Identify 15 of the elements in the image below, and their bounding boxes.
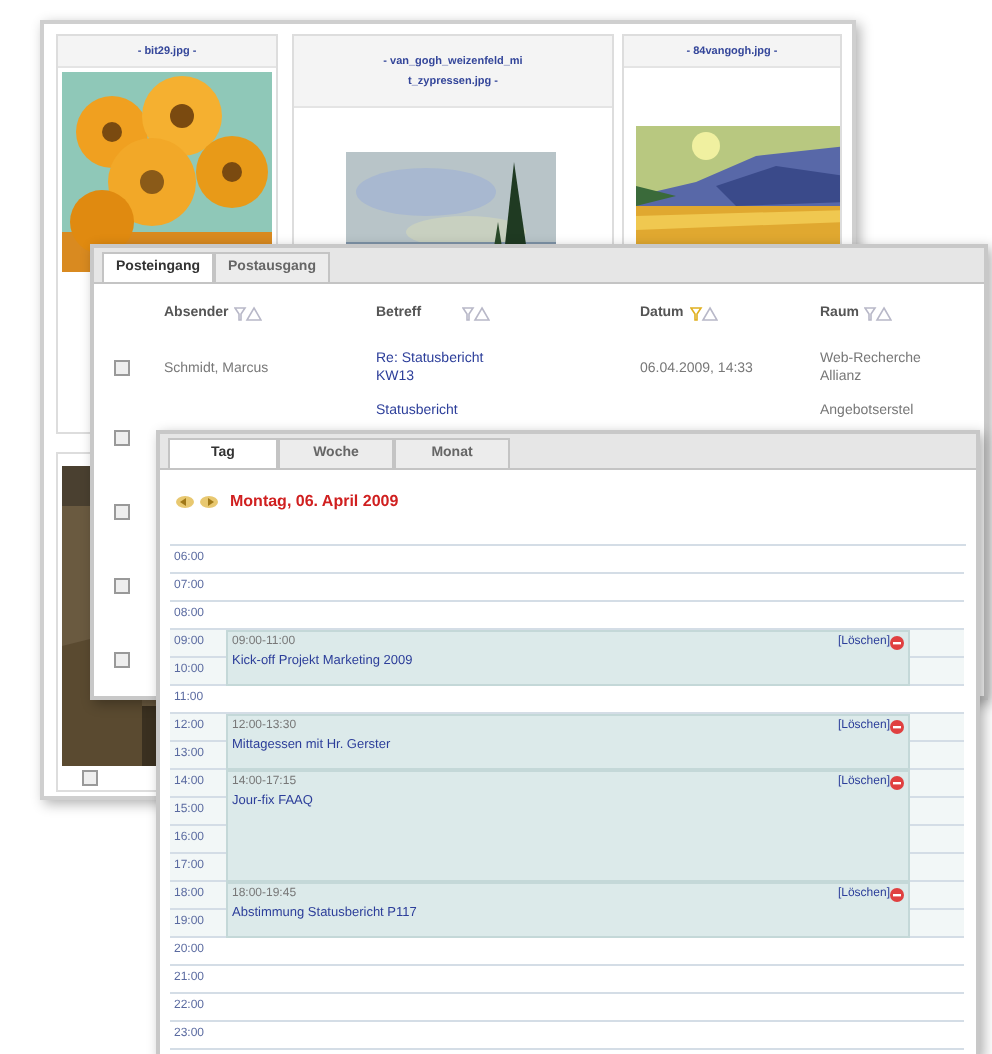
delete-icon[interactable] (890, 776, 904, 790)
checkbox[interactable] (114, 429, 130, 445)
delete-icon[interactable] (890, 720, 904, 734)
filter-sort-icon[interactable] (462, 306, 490, 322)
checkbox[interactable] (114, 360, 130, 376)
filter-sort-icon[interactable] (234, 306, 263, 322)
filter-sort-icon[interactable] (689, 306, 718, 322)
checkbox[interactable] (114, 503, 130, 519)
delete-icon[interactable] (890, 888, 904, 902)
checkbox[interactable] (82, 770, 98, 786)
delete-icon[interactable] (890, 636, 904, 650)
date-heading: Montag, 06. April 2009 (230, 489, 399, 513)
filter-sort-icon[interactable] (864, 306, 893, 322)
checkbox[interactable] (114, 577, 130, 593)
checkbox[interactable] (114, 651, 130, 667)
